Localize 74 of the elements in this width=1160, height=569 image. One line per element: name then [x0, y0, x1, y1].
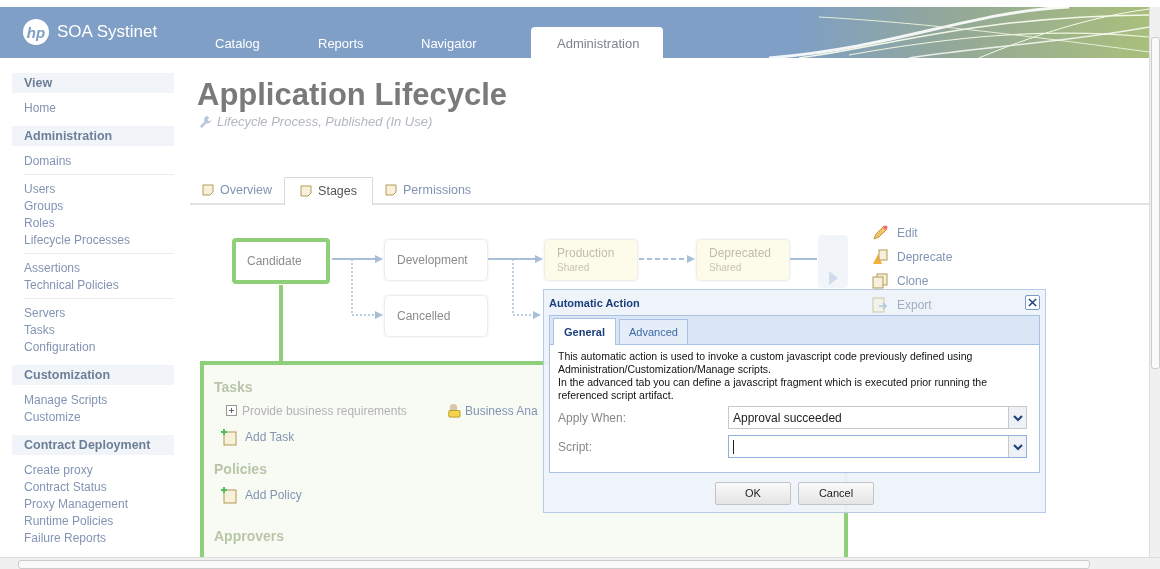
field-label: Script: — [558, 439, 593, 454]
chevron-down-icon — [1012, 412, 1023, 423]
action-link[interactable]: Clone — [872, 268, 953, 293]
sidebar-link[interactable]: Runtime Policies — [24, 512, 162, 530]
assignee-link[interactable]: Business Ana — [465, 403, 538, 418]
nav-tab[interactable]: Administration — [531, 26, 664, 58]
task-name: Provide business requirements — [242, 403, 408, 418]
page-tab[interactable]: Stages — [284, 176, 373, 205]
page-tab[interactable]: Overview — [190, 176, 285, 203]
action-link[interactable]: Edit — [872, 220, 953, 245]
dialog-tab[interactable]: Advanced — [618, 318, 688, 344]
dialog-button[interactable]: OK — [715, 481, 791, 505]
expand-icon[interactable] — [226, 405, 237, 417]
sidebar-link[interactable]: Failure Reports — [24, 529, 162, 547]
connector-line — [789, 257, 818, 260]
description-text: This automatic action is used to invoke a custom javascript code previously defined using Administration/Customization/Manage scripts. — [558, 349, 974, 376]
description-text: In the advanced tab you can define a javascript fragment which is executed prior running the referenced script artifact. — [558, 375, 988, 402]
sidebar-link[interactable]: Configuration — [24, 338, 162, 356]
sidebar-link[interactable]: Customize — [24, 408, 162, 426]
connector-arrow — [638, 254, 695, 263]
nav-tab[interactable]: Catalog — [215, 26, 318, 58]
sidebar-link[interactable]: Manage Scripts — [24, 391, 162, 409]
sidebar-link[interactable]: Domains — [24, 152, 162, 170]
note-icon — [202, 183, 214, 196]
page-tab[interactable]: Permissions — [373, 176, 484, 203]
dropdown-field[interactable]: Approval succeeded — [728, 406, 1027, 430]
nav-tab[interactable]: Reports — [318, 26, 421, 58]
copy-icon — [872, 272, 888, 289]
vertical-scrollbar[interactable] — [1149, 6, 1160, 557]
pencil-icon — [872, 224, 888, 241]
user-icon — [446, 403, 461, 419]
sidebar-link[interactable]: Technical Policies — [24, 276, 162, 294]
horizontal-scrollbar[interactable] — [0, 556, 1160, 569]
dialog-tab[interactable]: General — [553, 317, 616, 345]
sidebar-link[interactable]: Users — [24, 180, 162, 198]
page-title: Application Lifecycle — [196, 76, 509, 113]
close-button[interactable] — [1025, 295, 1040, 311]
sidebar-link[interactable]: Tasks — [24, 321, 162, 339]
action-link[interactable]: Deprecate — [872, 244, 953, 269]
sidebar-link[interactable]: Lifecycle Processes — [24, 231, 162, 249]
section-heading: Policies — [214, 460, 267, 477]
sidebar-link[interactable]: Proxy Management — [24, 495, 162, 513]
field-label: Apply When: — [558, 410, 628, 425]
sidebar-link[interactable]: Roles — [24, 214, 162, 232]
add-note-icon — [220, 427, 238, 446]
section-heading: Customization — [12, 364, 174, 385]
dropdown-field[interactable] — [728, 435, 1027, 459]
note-icon — [300, 185, 313, 198]
chevron-down-icon — [1012, 441, 1023, 452]
export-icon — [872, 296, 888, 313]
wrench-icon — [199, 114, 212, 128]
dialog-title: Automatic Action — [549, 296, 640, 309]
nav-tab[interactable]: Navigator — [421, 26, 524, 58]
section-heading: View — [12, 72, 174, 93]
sidebar-link[interactable]: Create proxy — [24, 461, 162, 479]
add-note-icon — [220, 485, 238, 504]
section-heading: Tasks — [214, 378, 253, 395]
sidebar-link[interactable]: Assertions — [24, 259, 162, 277]
section-heading: Administration — [12, 125, 174, 146]
page-subtitle: Lifecycle Process, Published (In Use) — [217, 113, 433, 129]
note-icon — [385, 183, 397, 196]
dialog-button[interactable]: Cancel — [798, 481, 874, 505]
sidebar-link[interactable]: Home — [24, 99, 162, 117]
logo: hp — [23, 19, 49, 46]
sidebar-link[interactable]: Groups — [24, 197, 162, 215]
deprecate-icon — [872, 248, 888, 265]
section-heading: Approvers — [214, 527, 285, 544]
brand-name: SOA Systinet — [57, 22, 158, 43]
sidebar-link[interactable]: Servers — [24, 304, 162, 322]
stage-node[interactable]: Cancelled — [385, 295, 487, 336]
stage-node[interactable]: Candidate — [232, 237, 330, 284]
section-heading: Contract Deployment — [12, 434, 174, 455]
stage-node[interactable]: Development — [385, 239, 487, 280]
sidebar-link[interactable]: Contract Status — [24, 478, 162, 496]
